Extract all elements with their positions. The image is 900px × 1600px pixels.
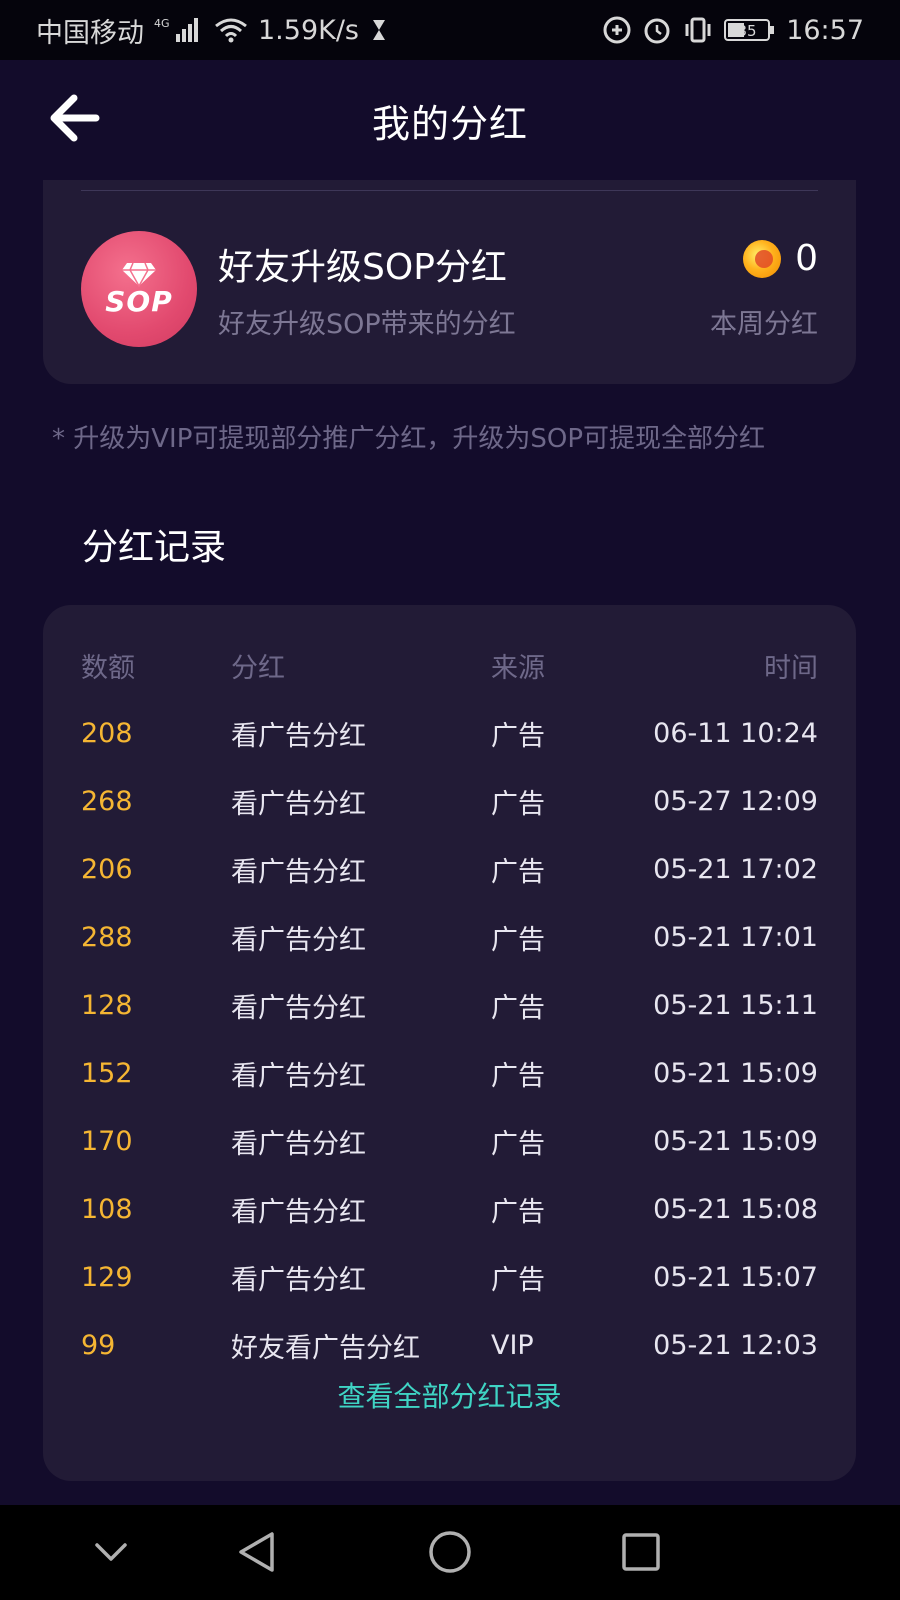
divider [81,190,818,191]
record-type: 看广告分红 [231,924,366,956]
diamond-icon [122,262,156,287]
record-time: 05-21 17:01 [653,921,818,953]
sop-dividend-card[interactable]: SOP 好友升级SOP分红 好友升级SOP带来的分红 0 本周分红 [43,180,856,384]
triangle-back-icon [239,1532,274,1572]
record-time: 05-21 15:07 [653,1261,818,1293]
square-recents-icon [622,1533,660,1571]
record-time: 05-21 17:02 [653,853,818,885]
record-type: 看广告分红 [231,992,366,1024]
record-source: 广告 [491,1060,545,1092]
record-time: 06-11 10:24 [653,717,818,749]
record-type: 好友看广告分红 [231,1332,420,1364]
record-source: 广告 [491,924,545,956]
back-button[interactable] [44,88,104,148]
arrow-left-icon [50,94,100,142]
record-amount: 129 [81,1261,133,1293]
battery-icon: 35 [724,16,776,44]
circle-home-icon [429,1531,471,1573]
table-row: 288 看广告分红 广告 05-21 17:01 [81,903,818,971]
record-time: 05-21 15:09 [653,1057,818,1089]
column-header-amount: 数额 [81,652,135,684]
weekly-amount: 0 [743,238,818,279]
table-row: 108 看广告分红 广告 05-21 15:08 [81,1175,818,1243]
vibrate-icon [682,15,714,45]
table-row: 99 好友看广告分红 VIP 05-21 12:03 [81,1311,818,1379]
table-row: 128 看广告分红 广告 05-21 15:11 [81,971,818,1039]
hide-keyboard-button[interactable] [86,1527,136,1577]
record-amount: 268 [81,785,133,817]
signal-icon: 4G [154,16,204,44]
wifi-icon [214,16,248,44]
table-row: 206 看广告分红 广告 05-21 17:02 [81,835,818,903]
weekly-amount-label: 本周分红 [710,309,818,340]
column-header-type: 分红 [231,652,285,684]
record-source: 广告 [491,720,545,752]
table-header: 数额 分红 来源 时间 [81,631,818,699]
record-type: 看广告分红 [231,1264,366,1296]
nav-back-button[interactable] [232,1527,282,1577]
record-amount: 152 [81,1057,133,1089]
record-time: 05-21 12:03 [653,1329,818,1361]
page-title: 我的分红 [371,101,528,146]
record-type: 看广告分红 [231,788,366,820]
record-time: 05-27 12:09 [653,785,818,817]
alarm-icon [642,15,672,45]
sop-card-title: 好友升级SOP分红 [218,247,507,288]
record-source: 广告 [491,992,545,1024]
record-source: 广告 [491,1264,545,1296]
record-amount: 99 [81,1329,116,1361]
record-type: 看广告分红 [231,1196,366,1228]
hourglass-icon [369,17,389,43]
view-all-records-link[interactable]: 查看全部分红记录 [43,1375,856,1415]
record-type: 看广告分红 [231,1060,366,1092]
nav-home-button[interactable] [425,1527,475,1577]
table-row: 152 看广告分红 广告 05-21 15:09 [81,1039,818,1107]
sop-card-subtitle: 好友升级SOP带来的分红 [218,309,516,340]
sop-logo-text: SOP [105,284,173,318]
table-row: 268 看广告分红 广告 05-27 12:09 [81,767,818,835]
clock: 16:57 [786,14,864,46]
record-amount: 108 [81,1193,133,1225]
system-nav-bar [0,1505,900,1600]
column-header-source: 来源 [491,652,545,684]
battery-level: 35 [738,22,757,40]
record-source: 广告 [491,1128,545,1160]
record-time: 05-21 15:11 [653,989,818,1021]
record-time: 05-21 15:08 [653,1193,818,1225]
data-saver-icon [602,15,632,45]
weekly-amount-value: 0 [795,238,818,279]
chevron-down-icon [95,1543,127,1561]
column-header-time: 时间 [764,652,818,684]
record-amount: 206 [81,853,133,885]
record-source: 广告 [491,1196,545,1228]
record-type: 看广告分红 [231,856,366,888]
record-amount: 128 [81,989,133,1021]
record-amount: 170 [81,1125,133,1157]
table-row: 208 看广告分红 广告 06-11 10:24 [81,699,818,767]
record-source: VIP [491,1329,534,1361]
withdraw-note: * 升级为VIP可提现部分推广分红，升级为SOP可提现全部分红 [52,424,766,454]
record-source: 广告 [491,856,545,888]
record-source: 广告 [491,788,545,820]
coin-icon [743,239,782,278]
records-card: 数额 分红 来源 时间 208 看广告分红 广告 06-11 10:24 268… [43,605,856,1481]
record-type: 看广告分红 [231,1128,366,1160]
table-row: 129 看广告分红 广告 05-21 15:07 [81,1243,818,1311]
carrier-label: 中国移动 [36,17,144,49]
record-type: 看广告分红 [231,720,366,752]
top-navbar: 我的分红 [0,60,900,180]
status-bar: 中国移动 4G 1.59K/s 35 16:57 [0,0,900,60]
records-section-title: 分红记录 [82,527,227,568]
network-type-label: 4G [154,17,170,30]
record-amount: 288 [81,921,133,953]
nav-recents-button[interactable] [616,1527,666,1577]
table-row: 170 看广告分红 广告 05-21 15:09 [81,1107,818,1175]
record-time: 05-21 15:09 [653,1125,818,1157]
record-amount: 208 [81,717,133,749]
network-speed: 1.59K/s [258,14,359,46]
sop-logo: SOP [81,231,197,347]
